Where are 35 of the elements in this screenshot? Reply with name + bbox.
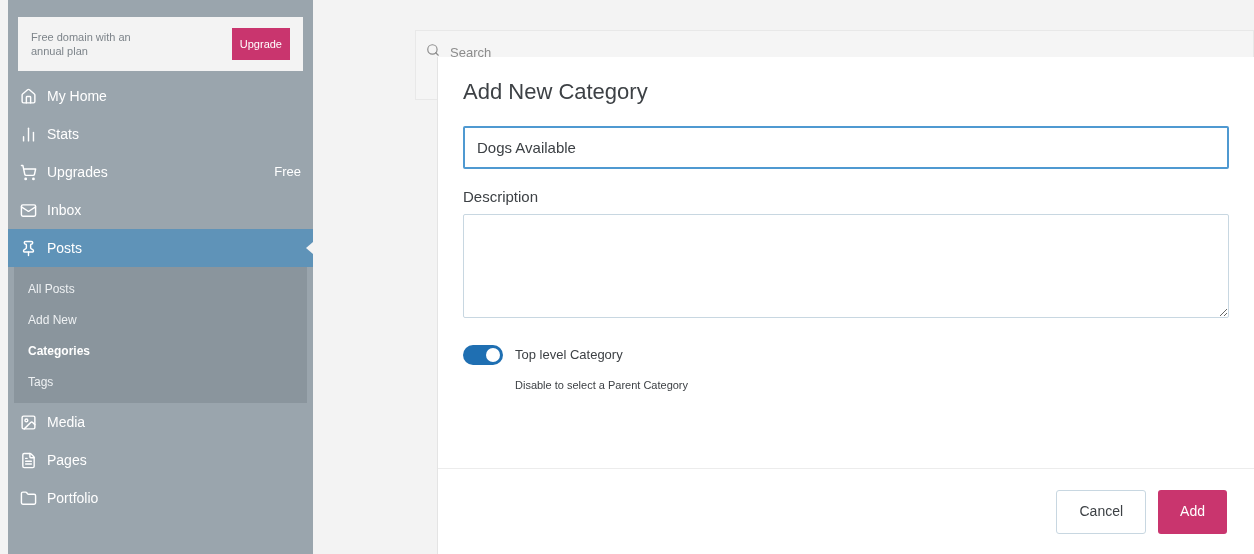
add-button[interactable]: Add (1158, 489, 1227, 534)
submenu-item[interactable]: All Posts (14, 273, 307, 304)
pin-icon (20, 239, 37, 257)
submenu-item[interactable]: Categories (14, 335, 307, 366)
category-name-field[interactable]: Dogs Available (463, 126, 1229, 169)
house-icon (20, 87, 37, 105)
search-icon (426, 43, 440, 57)
bar-chart-icon (20, 125, 37, 143)
upgrade-button[interactable]: Upgrade (231, 27, 290, 61)
sidebar-item[interactable]: Upgrades Free (8, 153, 313, 191)
toggle-hint: Disable to select a Parent Category (515, 377, 690, 393)
envelope-icon (20, 201, 37, 219)
sidebar-item[interactable]: Pages (8, 441, 313, 479)
cancel-button[interactable]: Cancel (1056, 489, 1147, 534)
toggle-switch[interactable] (463, 344, 503, 365)
sidebar-item[interactable]: Inbox (8, 191, 313, 229)
submenu-item[interactable]: Add New (14, 304, 307, 335)
submenu-item[interactable]: Tags (14, 366, 307, 397)
description-field[interactable] (463, 213, 1229, 318)
description-label: Description (463, 187, 540, 207)
cart-icon (20, 163, 37, 181)
dialog-title: Add New Category (463, 78, 649, 106)
plan-label: Free (274, 163, 301, 182)
toggle-label: Top level Category (515, 345, 623, 364)
sidebar-item[interactable]: Portfolio (8, 479, 313, 517)
image-icon (20, 413, 37, 431)
sidebar-item[interactable]: Media (8, 403, 313, 441)
sidebar-item[interactable]: My Home (8, 77, 313, 115)
sidebar-item[interactable]: Stats (8, 115, 313, 153)
document-icon (20, 451, 37, 469)
promo-text: Free domain with an annual plan (31, 30, 132, 58)
sidebar-item[interactable]: Posts (8, 229, 313, 267)
selection-pointer-icon (306, 242, 313, 254)
folder-icon (20, 489, 37, 507)
search-placeholder: Search (450, 44, 492, 62)
